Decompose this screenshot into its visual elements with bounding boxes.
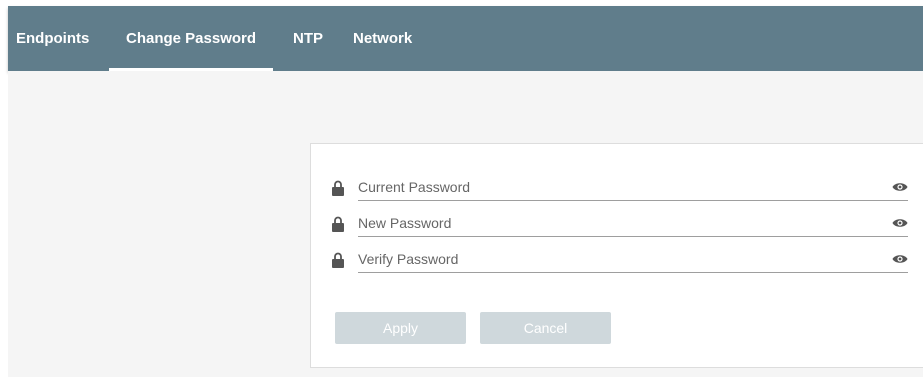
cancel-button[interactable]: Cancel [480, 312, 611, 344]
current-password-field [332, 175, 908, 201]
verify-password-underline [358, 272, 908, 273]
top-nav-bar: Endpoints Change Password NTP Network [8, 6, 923, 71]
tab-change-password[interactable]: Change Password [108, 6, 274, 71]
new-password-underline [358, 236, 908, 237]
tab-ntp[interactable]: NTP [293, 6, 323, 71]
new-password-field [332, 211, 908, 237]
tab-network[interactable]: Network [353, 6, 412, 71]
tab-endpoints[interactable]: Endpoints [16, 6, 89, 71]
apply-button[interactable]: Apply [335, 312, 466, 344]
eye-icon[interactable] [892, 217, 908, 229]
lock-icon [332, 180, 344, 196]
eye-icon[interactable] [892, 181, 908, 193]
lock-icon [332, 252, 344, 268]
change-password-card: Apply Cancel [310, 143, 923, 368]
current-password-underline [358, 200, 908, 201]
new-password-input[interactable] [358, 211, 878, 235]
eye-icon[interactable] [892, 253, 908, 265]
lock-icon [332, 216, 344, 232]
app-frame: Endpoints Change Password NTP Network Ap… [0, 0, 923, 377]
verify-password-input[interactable] [358, 247, 878, 271]
verify-password-field [332, 247, 908, 273]
current-password-input[interactable] [358, 175, 878, 199]
